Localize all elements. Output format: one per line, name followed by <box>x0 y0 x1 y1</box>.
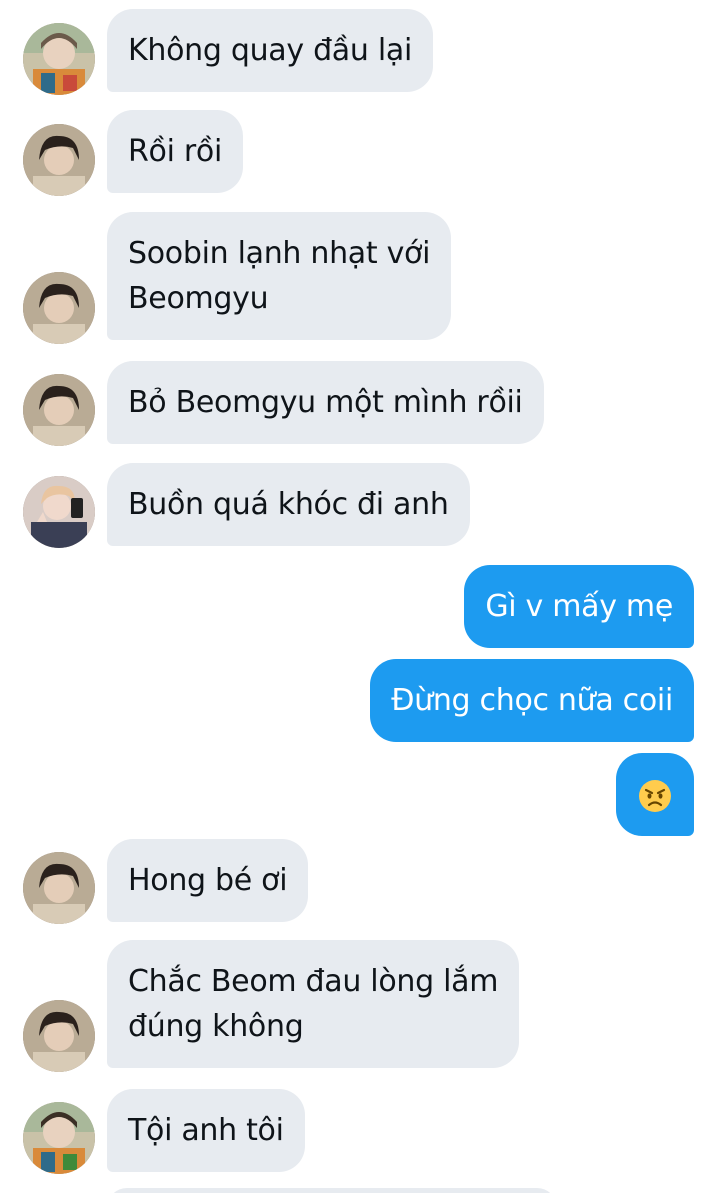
message-bubble[interactable]: Không quay đầu lại <box>107 9 433 92</box>
message-row: Hong bé ơi <box>0 839 719 925</box>
message-row <box>0 1188 719 1193</box>
chat-thread: Không quay đầu lại Rồi rồi Soobin lạnh n… <box>0 0 719 1193</box>
avatar[interactable] <box>23 374 95 446</box>
message-bubble[interactable]: Soobin lạnh nhạt với Beomgyu <box>107 212 452 340</box>
message-bubble[interactable]: Rồi rồi <box>107 110 243 193</box>
message-bubble[interactable]: Gì v mấy mẹ <box>464 565 694 648</box>
message-row: Gì v mấy mẹ <box>0 565 719 651</box>
message-bubble[interactable]: Tội anh tôi <box>107 1089 305 1172</box>
message-bubble[interactable]: Chắc Beom đau lòng lắm đúng không <box>107 940 520 1068</box>
message-row: Không quay đầu lại <box>0 9 719 95</box>
avatar[interactable] <box>23 1102 95 1174</box>
message-bubble[interactable] <box>107 1188 557 1193</box>
message-bubble[interactable]: Buồn quá khóc đi anh <box>107 463 470 546</box>
message-row: Bỏ Beomgyu một mình rồii <box>0 361 719 447</box>
message-line: đúng không <box>128 1009 304 1044</box>
message-row: Buồn quá khóc đi anh <box>0 463 719 549</box>
message-row: Đừng chọc nữa coii <box>0 659 719 745</box>
message-row: Rồi rồi <box>0 110 719 196</box>
message-row <box>0 753 719 836</box>
avatar[interactable] <box>23 272 95 344</box>
message-line: Chắc Beom đau lòng lắm <box>128 964 499 999</box>
message-line: Beomgyu <box>128 281 269 316</box>
avatar[interactable] <box>23 1000 95 1072</box>
message-row: Tội anh tôi <box>0 1089 719 1175</box>
angry-face-icon <box>637 778 673 814</box>
message-row: Soobin lạnh nhạt với Beomgyu <box>0 212 719 344</box>
message-row: Chắc Beom đau lòng lắm đúng không <box>0 940 719 1072</box>
message-bubble[interactable] <box>616 753 694 836</box>
message-line: Soobin lạnh nhạt với <box>128 236 431 271</box>
avatar[interactable] <box>23 852 95 924</box>
avatar[interactable] <box>23 476 95 548</box>
avatar[interactable] <box>23 124 95 196</box>
message-bubble[interactable]: Đừng chọc nữa coii <box>370 659 694 742</box>
message-bubble[interactable]: Hong bé ơi <box>107 839 309 922</box>
avatar[interactable] <box>23 23 95 95</box>
message-bubble[interactable]: Bỏ Beomgyu một mình rồii <box>107 361 544 444</box>
